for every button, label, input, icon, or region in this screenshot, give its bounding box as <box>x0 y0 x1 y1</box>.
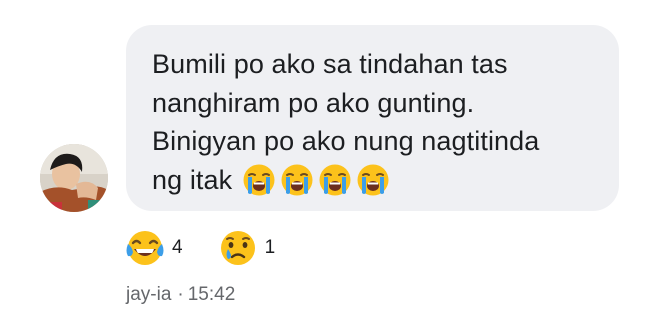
comment-bubble[interactable]: Bumili po ako sa tindahan tas nanghiram … <box>126 25 619 211</box>
sad-tear-icon <box>217 227 259 269</box>
loudly-crying-face-icon <box>280 163 314 197</box>
comment-line: nanghiram po ako gunting. <box>152 87 475 118</box>
loudly-crying-face-icon <box>356 163 390 197</box>
timestamp[interactable]: 15:42 <box>188 284 236 305</box>
reaction-sad[interactable]: 1 <box>217 227 276 269</box>
loudly-crying-face-icon <box>242 163 276 197</box>
comment-meta: jay-ia · 15:42 <box>126 284 235 306</box>
reaction-count: 1 <box>264 237 276 258</box>
avatar-photo <box>40 144 108 212</box>
reaction-count: 4 <box>172 237 183 258</box>
tears-of-joy-icon <box>124 227 166 269</box>
emoji-row <box>242 163 390 197</box>
author-name[interactable]: jay-ia <box>126 284 171 305</box>
reaction-haha[interactable]: 4 <box>124 227 183 269</box>
comment-line: Binigyan po ako nung nagtitinda <box>152 126 540 156</box>
comment-line: ng itak <box>152 164 233 195</box>
meta-separator: · <box>177 284 184 305</box>
reactions-bar: 4 1 <box>124 226 309 270</box>
avatar[interactable] <box>40 144 108 212</box>
loudly-crying-face-icon <box>318 163 352 197</box>
comment-line: Bumili po ako sa tindahan tas <box>152 49 508 79</box>
comment-text: Bumili po ako sa tindahan tas nanghiram … <box>152 45 612 199</box>
